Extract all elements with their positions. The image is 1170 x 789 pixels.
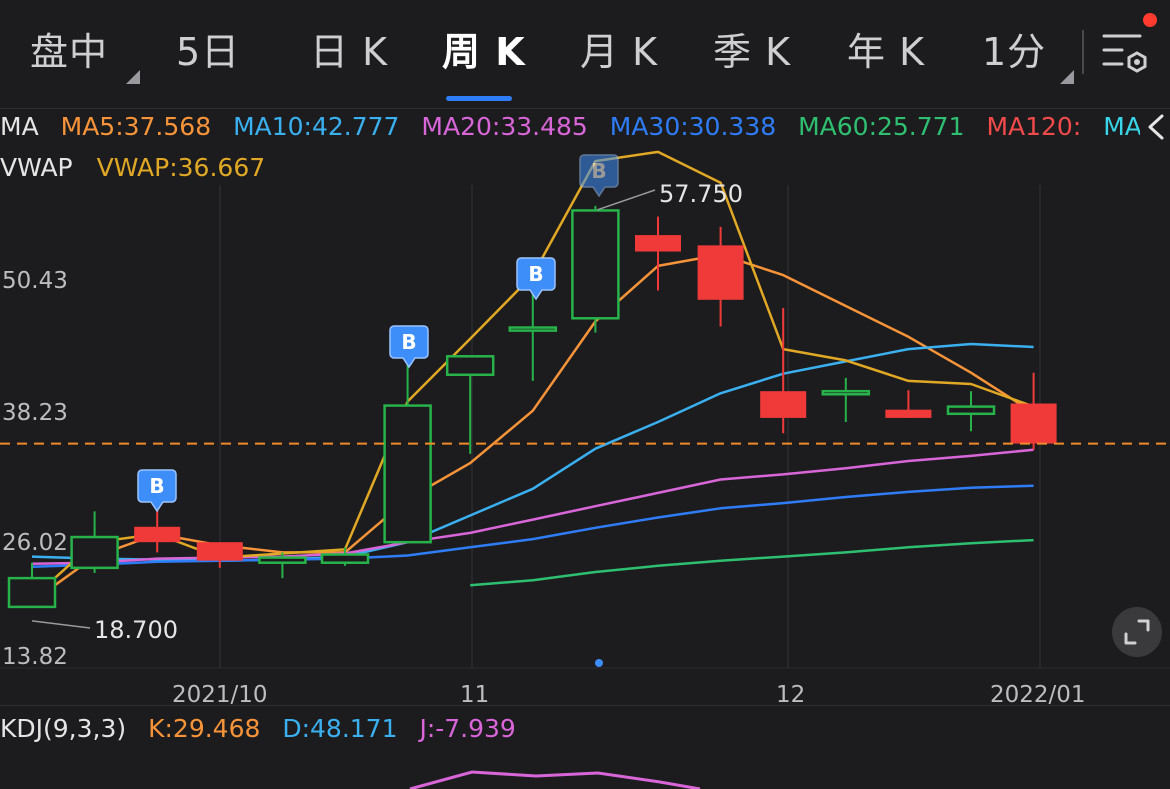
high-leader-line [597,189,656,211]
buy-marker-icon: B [516,257,556,301]
candle-body [445,355,495,377]
ma-line-ma60 [470,538,1034,587]
candle-body [508,326,558,332]
ma-line-ma30 [31,484,1034,569]
candle-body [70,535,119,570]
kdj-j-value: J:-7.939 [419,714,516,743]
candle-body [760,391,807,418]
weekly-k-chart[interactable]: B B B B 57.750 18.700 [0,0,1170,789]
crosshair-dot [595,659,603,667]
buy-marker-label: B [401,330,416,354]
candle-body [134,526,181,543]
low-leader-line [31,620,91,629]
buy-marker-label: B [528,262,543,286]
candle-body [946,405,996,416]
candle-body [7,576,57,609]
candle-body [821,389,871,396]
candle-body [697,245,744,300]
y-axis-tick: 38.23 [2,400,68,426]
candle-body [383,404,432,544]
candle-body [320,553,370,564]
y-axis-tick: 50.43 [2,268,68,294]
high-price-label: 57.750 [659,180,743,208]
y-axis-tick: 26.02 [2,530,68,556]
candle-body [196,542,243,561]
y-axis-tick: 13.82 [2,644,68,670]
kdj-d-value: D:48.171 [282,714,398,743]
buy-marker-label: B [149,474,164,498]
candle-body [885,409,932,418]
candle-body [258,556,307,564]
kdj-j-line [409,770,701,789]
low-price-label: 18.700 [94,616,178,644]
buy-marker-icon: B [137,469,177,513]
kdj-k-value: K:29.468 [148,714,261,743]
fullscreen-expand-button[interactable] [1112,607,1162,657]
candle-body [1010,403,1057,444]
candle-body [571,209,620,320]
candle-body [635,235,681,252]
buy-marker-icon: B [389,325,429,369]
kdj-divider [0,705,1170,706]
expand-arrows-icon [1124,619,1150,645]
kdj-chart [409,770,701,789]
kdj-label: KDJ(9,3,3) [0,714,127,743]
kdj-legend: KDJ(9,3,3) K:29.468 D:48.171 J:-7.939 [0,714,530,743]
buy-marker-icon: B [579,154,619,198]
ma-line-ma20 [31,448,1034,565]
buy-marker-label: B [591,159,606,183]
